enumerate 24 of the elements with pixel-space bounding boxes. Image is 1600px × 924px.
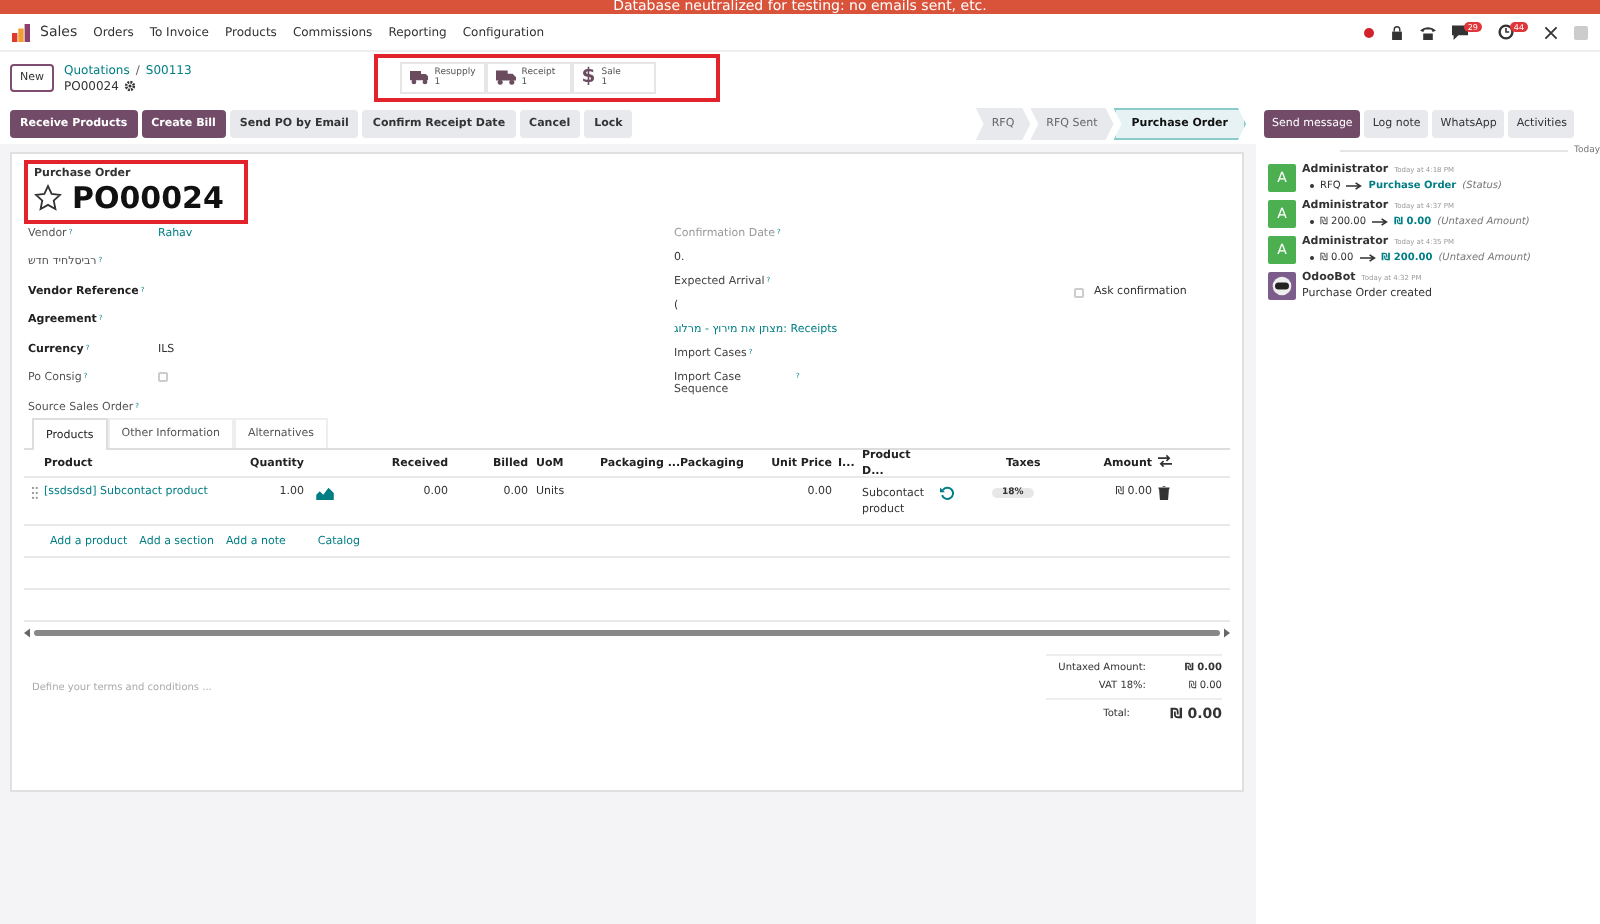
trash-icon[interactable] (1158, 486, 1170, 500)
gear-icon[interactable] (124, 80, 137, 92)
dollar-icon: $ (581, 68, 596, 88)
arrow-right-icon (1346, 182, 1363, 190)
scroll-right-icon[interactable] (1224, 627, 1230, 637)
refresh-icon[interactable] (940, 486, 954, 500)
app-logo-icon (12, 23, 30, 41)
column-settings-icon[interactable] (1158, 454, 1172, 468)
checkbox[interactable] (1074, 287, 1084, 297)
scroll-left-icon[interactable] (24, 627, 30, 637)
star-icon[interactable] (34, 184, 62, 212)
chat-icon[interactable] (1451, 24, 1468, 40)
truck-icon (409, 70, 429, 86)
checkbox[interactable] (158, 372, 168, 383)
truck-icon (495, 70, 516, 86)
forecast-chart-icon[interactable] (316, 486, 334, 500)
arrow-right-icon (1359, 254, 1376, 262)
lock-icon[interactable] (1389, 25, 1404, 39)
arrow-right-icon (1372, 218, 1389, 226)
record-title: PO00024 (72, 180, 224, 216)
clock-icon[interactable] (1497, 24, 1514, 40)
phone-icon[interactable] (1419, 24, 1436, 40)
cross-tools-icon[interactable] (1544, 25, 1558, 39)
record-icon[interactable] (1363, 27, 1374, 37)
